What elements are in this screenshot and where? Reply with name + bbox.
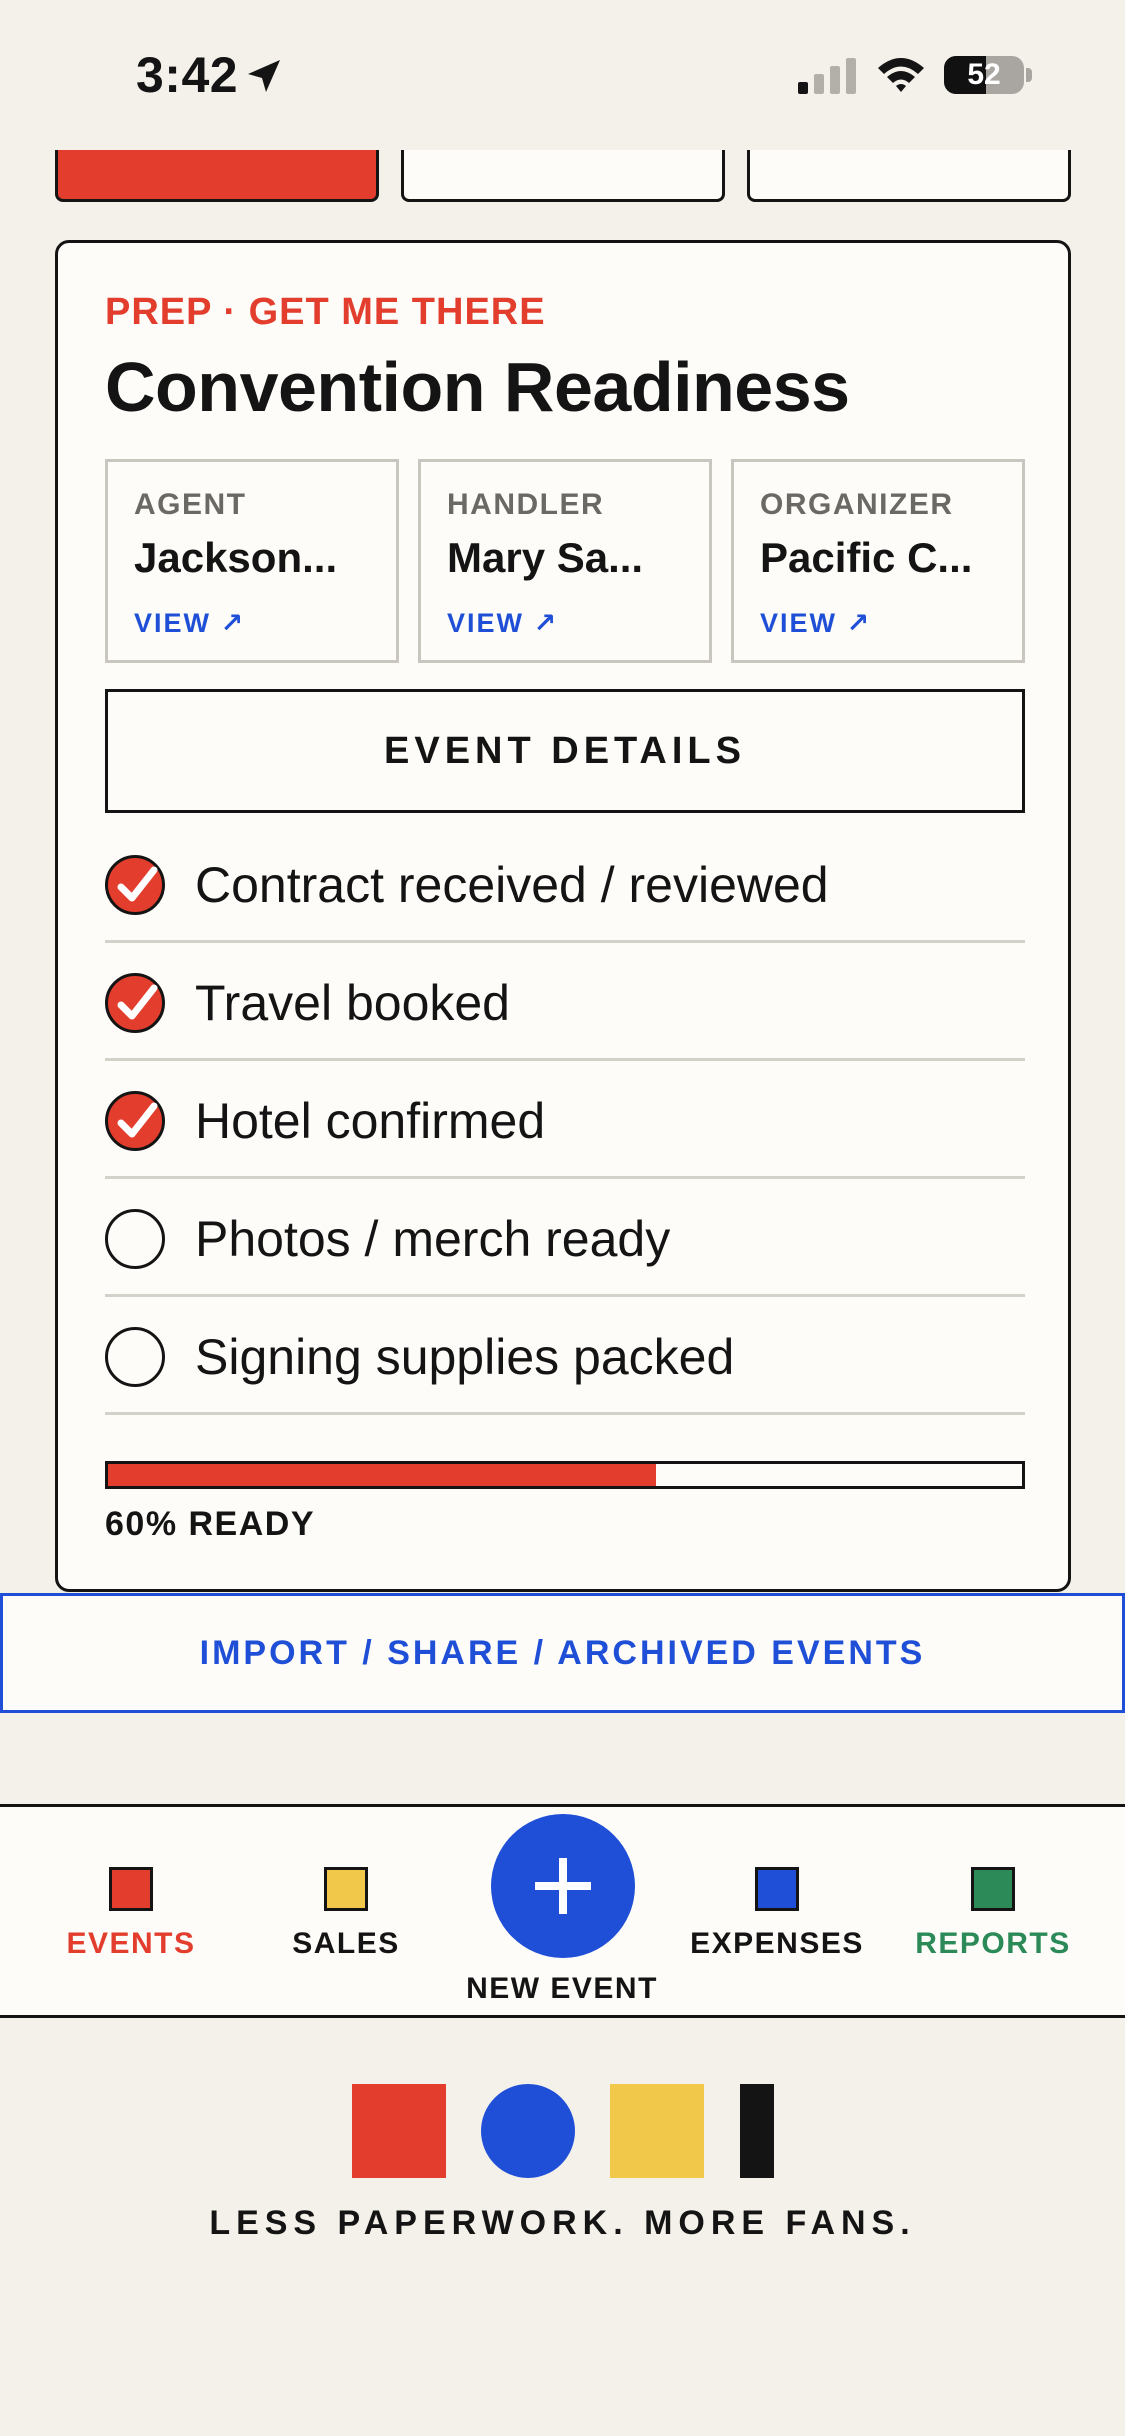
location-arrow-icon	[248, 60, 280, 92]
nav-label: SALES	[292, 1927, 400, 1960]
checkbox-unchecked[interactable]	[105, 1209, 165, 1269]
new-event-button[interactable]	[491, 1814, 635, 1958]
event-details-button[interactable]: EVENT DETAILS	[105, 689, 1025, 813]
brand-shapes-logo	[352, 2084, 774, 2178]
checkbox-checked[interactable]	[105, 1091, 165, 1151]
checklist-label: Travel booked	[195, 975, 510, 1031]
checklist-item[interactable]: Travel booked	[105, 943, 1025, 1061]
contact-agent[interactable]: AGENT Jackson... VIEW ↗	[105, 459, 399, 663]
new-event-label: NEW EVENT	[466, 1972, 658, 2005]
contact-role: ORGANIZER	[760, 488, 954, 521]
contact-name: Pacific C...	[760, 534, 973, 581]
tagline: LESS PAPERWORK. MORE FANS.	[209, 2204, 916, 2242]
cellular-signal-icon	[798, 58, 856, 94]
checklist-item[interactable]: Photos / merch ready	[105, 1179, 1025, 1297]
readiness-card: PREP · GET ME THERE Convention Readiness…	[55, 240, 1071, 1592]
nav-label: REPORTS	[915, 1927, 1071, 1960]
checklist-item[interactable]: Signing supplies packed	[105, 1297, 1025, 1415]
card-title: Convention Readiness	[105, 348, 850, 426]
contact-handler[interactable]: HANDLER Mary Sa... VIEW ↗	[418, 459, 712, 663]
contact-name: Jackson...	[134, 534, 338, 581]
checkmark-icon	[117, 984, 158, 1020]
checklist-label: Photos / merch ready	[195, 1211, 671, 1267]
contact-role: AGENT	[134, 488, 247, 521]
status-bar: 3:42 52	[0, 0, 1125, 150]
nav-reports[interactable]: REPORTS	[893, 1807, 1093, 2021]
checklist-label: Signing supplies packed	[195, 1329, 735, 1385]
checklist-item[interactable]: Contract received / reviewed	[105, 825, 1025, 943]
import-share-archived-button[interactable]: IMPORT / SHARE / ARCHIVED EVENTS	[0, 1593, 1125, 1713]
tab-1[interactable]	[55, 150, 379, 202]
battery-level: 52	[967, 58, 1001, 91]
view-handler-link[interactable]: VIEW ↗	[447, 608, 558, 639]
checklist-label: Contract received / reviewed	[195, 857, 829, 913]
progress-fill	[108, 1464, 657, 1486]
contact-role: HANDLER	[447, 488, 605, 521]
status-time: 3:42	[136, 47, 239, 103]
checklist-item[interactable]: Hotel confirmed	[105, 1061, 1025, 1179]
nav-label: EVENTS	[66, 1927, 196, 1960]
battery-indicator: 52	[944, 56, 1024, 94]
nav-events[interactable]: EVENTS	[31, 1807, 231, 2021]
reports-square-icon	[971, 1867, 1015, 1911]
checkbox-checked[interactable]	[105, 973, 165, 1033]
events-square-icon	[109, 1867, 153, 1911]
readiness-progress-bar	[105, 1461, 1025, 1489]
tab-3[interactable]	[747, 150, 1071, 202]
wifi-icon	[878, 58, 924, 92]
nav-label: EXPENSES	[690, 1927, 864, 1960]
contact-name: Mary Sa...	[447, 534, 644, 581]
checklist-label: Hotel confirmed	[195, 1093, 546, 1149]
view-organizer-link[interactable]: VIEW ↗	[760, 608, 871, 639]
expenses-square-icon	[755, 1867, 799, 1911]
contact-organizer[interactable]: ORGANIZER Pacific C... VIEW ↗	[731, 459, 1025, 663]
progress-label: 60% READY	[105, 1505, 316, 1543]
checkmark-icon	[117, 1102, 158, 1138]
sales-square-icon	[324, 1867, 368, 1911]
view-agent-link[interactable]: VIEW ↗	[134, 608, 245, 639]
battery-nub	[1026, 68, 1032, 82]
checkmark-icon	[117, 866, 158, 902]
checkbox-unchecked[interactable]	[105, 1327, 165, 1387]
plus-icon	[535, 1858, 591, 1914]
checkbox-checked[interactable]	[105, 855, 165, 915]
tab-2[interactable]	[401, 150, 725, 202]
card-kicker: PREP · GET ME THERE	[105, 291, 546, 333]
